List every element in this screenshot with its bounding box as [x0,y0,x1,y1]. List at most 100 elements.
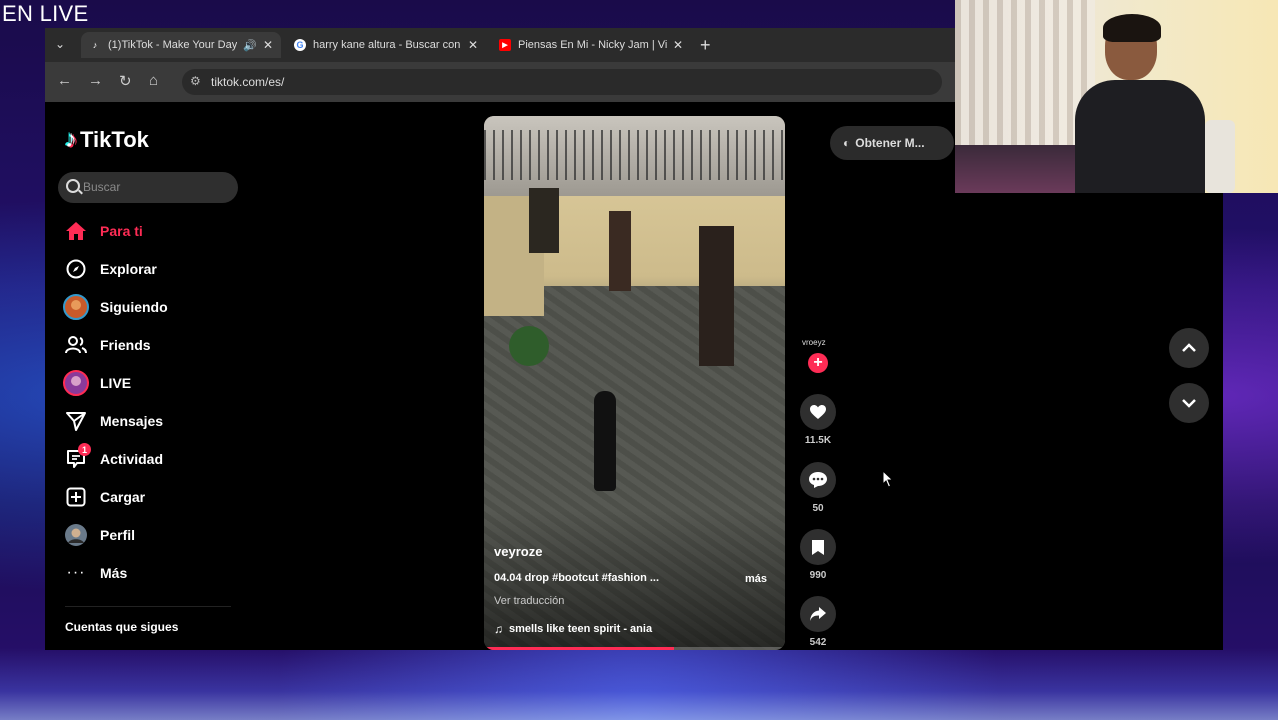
video-frame-door [609,211,631,291]
webcam-person-body [1075,80,1205,193]
url-omnibox[interactable]: ⚙ tiktok.com/es/ [182,69,942,95]
share-count: 542 [809,637,827,648]
tiktok-favicon-icon: ♪ [92,40,98,50]
video-music[interactable]: ♫ smells like teen spirit - ania [494,622,652,636]
activity-icon: 1 [63,443,91,472]
sidebar-item-siguiendo[interactable]: Siguiendo [63,292,243,322]
sidebar-item-label: Explorar [100,261,157,277]
sidebar-item-actividad[interactable]: 1 Actividad [63,443,243,474]
speaker-icon[interactable]: 🔊 [243,39,257,52]
reload-icon[interactable]: ↻ [119,72,132,90]
stream-title: EN LIVE [2,1,89,26]
forward-icon[interactable]: → [88,72,103,89]
save-count: 990 [809,570,827,581]
site-settings-icon[interactable]: ⚙ [190,74,201,88]
following-accounts-title: Cuentas que sigues [65,620,179,634]
share-icon [800,596,836,632]
tab-title: Piensas En Mi - Nicky Jam | Vid [518,39,667,51]
search-icon [66,179,80,193]
home-button-icon[interactable]: ⌂ [149,72,158,89]
app-download-icon: ◐ [843,136,851,150]
tab-bar: ⌄ ♪ (1)TikTok - Make Your Day 🔊 ✕ G harr… [45,28,955,62]
video-author[interactable]: veyroze [494,544,542,559]
sidebar-item-perfil[interactable]: Perfil [63,520,243,550]
video-description: 04.04 drop #bootcut #fashion ... [494,572,660,584]
comment-count: 50 [812,503,824,514]
video-more-link[interactable]: más [745,573,767,585]
share-button[interactable]: 542 [800,596,836,648]
tiktok-logo-icon: ♪ [65,126,77,153]
sidebar-item-mas[interactable]: ··· Más [63,558,243,588]
close-tab-icon[interactable]: ✕ [263,38,273,52]
new-tab-icon[interactable]: + [700,35,711,56]
video-frame-person [594,391,616,491]
comment-button[interactable]: 50 [800,462,836,514]
next-video-button[interactable] [1169,383,1209,423]
upload-icon [63,484,89,510]
translate-link[interactable]: Ver traducción [494,595,564,607]
video-progress-fill [484,647,674,650]
follow-plus-icon[interactable]: + [808,353,828,373]
save-button[interactable]: 990 [800,529,836,581]
sidebar-divider [65,606,231,607]
home-icon [63,218,89,244]
sidebar-item-cargar[interactable]: Cargar [63,482,243,512]
search-placeholder: Buscar [83,180,121,194]
webcam-overlay [955,0,1278,193]
notification-badge: 1 [78,443,91,456]
more-icon: ··· [66,564,86,581]
sidebar-item-label: Actividad [100,451,164,467]
music-note-icon: ♫ [494,622,503,636]
mouse-cursor-icon [882,470,894,488]
webcam-person-hair [1103,14,1161,42]
tiktok-logo[interactable]: ♪ TikTok [65,126,149,154]
search-input[interactable]: Buscar [58,172,238,203]
comment-icon [800,462,836,498]
sidebar-item-label: Para ti [100,223,143,239]
back-icon[interactable]: ← [57,72,72,89]
youtube-favicon-icon: ▶ [499,39,511,51]
video-frame-plant [509,326,549,366]
profile-avatar-icon [63,522,89,548]
video-player[interactable]: veyroze 04.04 drop #bootcut #fashion ...… [484,116,785,650]
live-avatar-icon [63,370,89,396]
url-text: tiktok.com/es/ [211,75,285,89]
sidebar-item-label: Perfil [100,527,136,543]
sidebar-item-label: Cargar [100,489,146,505]
sidebar-item-friends[interactable]: Friends [63,330,243,360]
close-tab-icon[interactable]: ✕ [673,38,683,52]
video-frame-railing [484,130,785,180]
address-bar: ← → ↻ ⌂ ⚙ tiktok.com/es/ [45,62,955,102]
tab-search-chevron-icon[interactable]: ⌄ [55,37,65,51]
friends-icon [63,332,89,358]
send-icon [63,408,89,434]
chevron-down-icon [1182,399,1196,408]
tab-youtube[interactable]: ▶ Piensas En Mi - Nicky Jam | Vid ✕ [491,32,691,58]
sidebar-item-explorar[interactable]: Explorar [63,254,243,284]
tab-tiktok[interactable]: ♪ (1)TikTok - Make Your Day 🔊 ✕ [81,32,281,58]
tab-google[interactable]: G harry kane altura - Buscar con G ✕ [286,32,486,58]
sidebar-item-label: Mensajes [100,413,164,429]
bookmark-icon [800,529,836,565]
sidebar-item-label: Más [100,565,128,581]
get-app-button[interactable]: ◐ Obtener M... [830,126,954,160]
music-title: smells like teen spirit - ania [509,623,653,635]
video-frame-window [529,188,559,253]
close-tab-icon[interactable]: ✕ [468,38,478,52]
sidebar-item-para-ti[interactable]: Para ti [63,216,243,246]
google-favicon-icon: G [294,39,306,51]
sidebar-item-mensajes[interactable]: Mensajes [63,406,243,436]
sidebar-item-live[interactable]: LIVE [63,368,243,398]
tab-title: (1)TikTok - Make Your Day [108,39,238,51]
author-avatar[interactable]: vroeyz [802,338,826,347]
like-button[interactable]: 11.5K [800,394,836,446]
previous-video-button[interactable] [1169,328,1209,368]
compass-icon [63,256,89,282]
sidebar-item-label: Friends [100,337,151,353]
brand-name: TikTok [80,127,149,152]
like-count: 11.5K [804,435,832,446]
sidebar-item-label: Siguiendo [100,299,168,315]
video-frame-door [699,226,734,366]
webcam-chair [1205,120,1235,193]
following-avatar-icon [63,294,89,320]
